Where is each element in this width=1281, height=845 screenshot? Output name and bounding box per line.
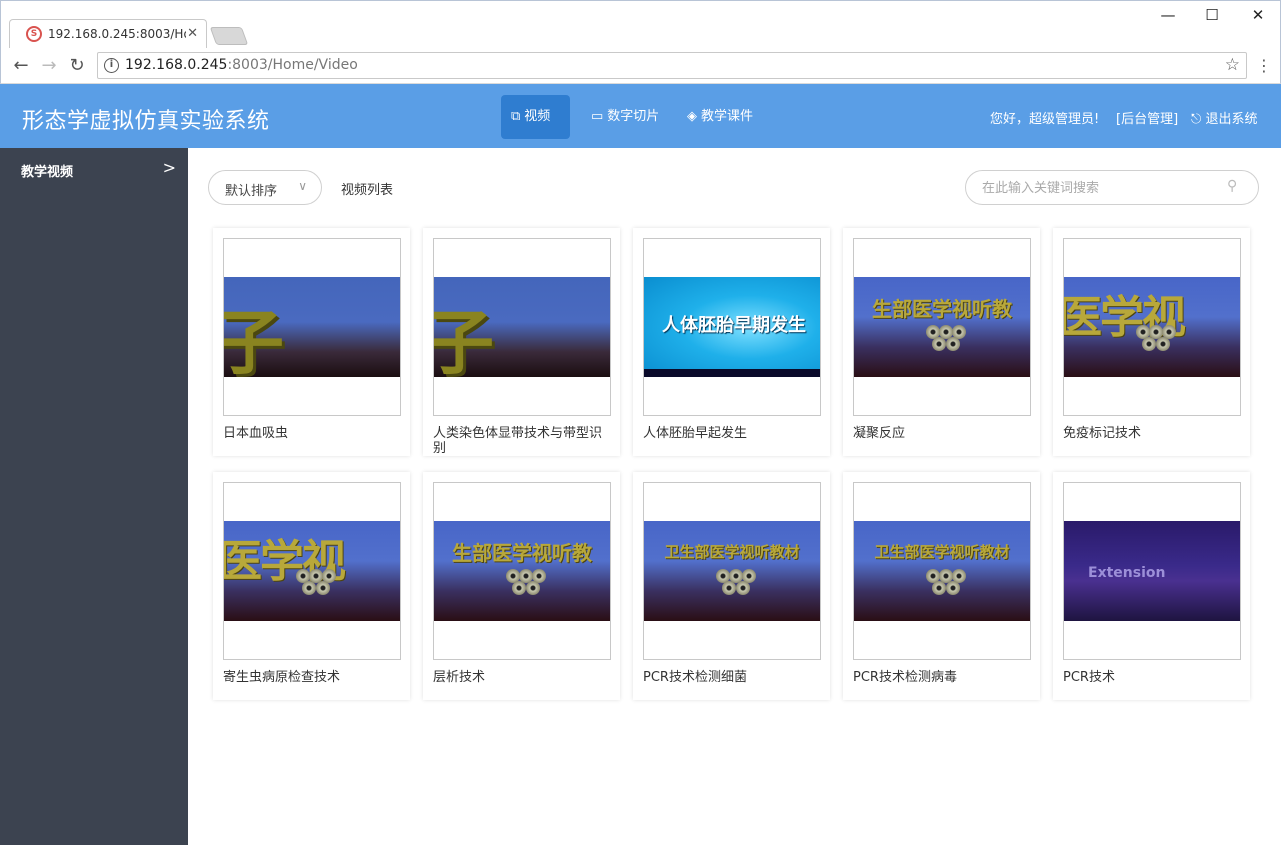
video-thumbnail[interactable]: 生部医学视听教 — [853, 238, 1031, 416]
video-title[interactable]: 层析技术 — [433, 670, 613, 685]
browser-menu-icon[interactable]: ⋮ — [1256, 56, 1272, 75]
browser-address-bar: ← → ↻ i 192.168.0.245:8003/Home/Video ☆ … — [0, 48, 1281, 84]
video-title[interactable]: 日本血吸虫 — [223, 426, 403, 441]
video-title[interactable]: 寄生虫病原检查技术 — [223, 670, 403, 685]
thumbnail-image: 子 — [224, 277, 400, 377]
video-card[interactable]: 生部医学视听教 凝聚反应 — [843, 228, 1040, 456]
search-icon[interactable]: ⚲ — [1227, 178, 1237, 194]
sidebar-item-label: 教学视频 — [21, 165, 74, 180]
video-thumbnail[interactable]: 卫生部医学视听教材 — [853, 482, 1031, 660]
video-thumbnail[interactable]: Extension — [1063, 482, 1241, 660]
info-icon[interactable]: i — [104, 58, 119, 73]
video-card[interactable]: 生部医学视听教 层析技术 — [423, 472, 620, 700]
video-card[interactable]: 卫生部医学视听教材 PCR技术检测病毒 — [843, 472, 1040, 700]
sort-dropdown[interactable]: 默认排序 ∨ — [208, 170, 322, 205]
video-title[interactable]: 人体胚胎早起发生 — [643, 426, 823, 441]
app-title: 形态学虚拟仿真实验系统 — [22, 109, 270, 134]
thumbnail-image: 生部医学视听教 — [434, 521, 610, 621]
video-title[interactable]: PCR技术检测病毒 — [853, 670, 1033, 685]
video-title[interactable]: PCR技术 — [1063, 670, 1243, 685]
video-thumbnail[interactable]: 医学视 — [1063, 238, 1241, 416]
video-card[interactable]: 人体胚胎早期发生 人体胚胎早起发生 — [633, 228, 830, 456]
video-thumbnail[interactable]: 子 — [433, 238, 611, 416]
url-text: 192.168.0.245:8003/Home/Video — [125, 57, 358, 73]
browser-tab-title: 192.168.0.245:8003/Home/Video — [48, 27, 186, 41]
thumbnail-image: 医学视 — [224, 521, 400, 621]
close-tab-icon[interactable]: ✕ — [187, 26, 198, 41]
close-window-icon[interactable]: ✕ — [1243, 6, 1273, 24]
user-greeting: 您好，超级管理员! — [990, 112, 1100, 127]
thumbnail-image: Extension — [1064, 521, 1240, 621]
sort-label: 默认排序 — [225, 184, 278, 199]
video-card[interactable]: 医学视 寄生虫病原检查技术 — [213, 472, 410, 700]
url-field[interactable]: i 192.168.0.245:8003/Home/Video ☆ — [97, 52, 1247, 79]
video-card[interactable]: Extension PCR技术 — [1053, 472, 1250, 700]
browser-tab-bar: S 192.168.0.245:8003/Home/Video ✕ — ☐ ✕ — [0, 0, 1281, 49]
video-title[interactable]: 凝聚反应 — [853, 426, 1033, 441]
nav-video[interactable]: ⧉ 视频 — [501, 95, 570, 139]
video-card[interactable]: 卫生部医学视听教材 PCR技术检测细菌 — [633, 472, 830, 700]
reload-icon[interactable]: ↻ — [67, 55, 87, 76]
search-input[interactable] — [965, 170, 1259, 205]
sidebar: 教学视频 > — [0, 148, 188, 845]
nav-digital-slides[interactable]: ▭ 数字切片 — [581, 95, 669, 139]
thumbnail-image: 生部医学视听教 — [854, 277, 1030, 377]
video-title[interactable]: PCR技术检测细菌 — [643, 670, 823, 685]
video-thumbnail[interactable]: 生部医学视听教 — [433, 482, 611, 660]
browser-tab[interactable]: S 192.168.0.245:8003/Home/Video ✕ — [9, 19, 207, 49]
video-title[interactable]: 免疫标记技术 — [1063, 426, 1243, 441]
list-title: 视频列表 — [341, 183, 394, 198]
bookmark-star-icon[interactable]: ☆ — [1225, 55, 1240, 75]
logout-button[interactable]: ⎋ 退出系统 — [1191, 108, 1257, 127]
slide-icon: ▭ — [591, 109, 604, 124]
nav-courseware[interactable]: ◈ 教学课件 — [677, 95, 763, 139]
video-thumbnail[interactable]: 卫生部医学视听教材 — [643, 482, 821, 660]
video-thumbnail[interactable]: 医学视 — [223, 482, 401, 660]
logout-icon: ⎋ — [1191, 112, 1202, 127]
video-title[interactable]: 人类染色体显带技术与带型识别 — [433, 426, 613, 456]
thumbnail-image: 子 — [434, 277, 610, 377]
minimize-icon[interactable]: — — [1153, 6, 1183, 24]
chevron-down-icon: ∨ — [298, 179, 307, 193]
video-icon: ⧉ — [511, 109, 521, 124]
thumbnail-image: 卫生部医学视听教材 — [644, 521, 820, 621]
sidebar-item-teaching-video[interactable]: 教学视频 > — [0, 148, 188, 192]
thumbnail-image: 人体胚胎早期发生 — [644, 277, 820, 377]
thumbnail-image: 医学视 — [1064, 277, 1240, 377]
site-favicon-icon: S — [26, 26, 42, 42]
forward-arrow-icon[interactable]: → — [39, 55, 59, 76]
app-header: 形态学虚拟仿真实验系统 ⧉ 视频 ▭ 数字切片 ◈ 教学课件 您好，超级管理员! [后… — [0, 84, 1281, 148]
video-thumbnail[interactable]: 子 — [223, 238, 401, 416]
back-arrow-icon[interactable]: ← — [11, 55, 31, 76]
video-card[interactable]: 子 人类染色体显带技术与带型识别 — [423, 228, 620, 456]
chevron-right-icon: > — [162, 158, 176, 177]
video-thumbnail[interactable]: 人体胚胎早期发生 — [643, 238, 821, 416]
new-tab-button[interactable] — [209, 27, 249, 45]
courseware-icon: ◈ — [687, 109, 697, 124]
maximize-icon[interactable]: ☐ — [1197, 6, 1227, 24]
video-card[interactable]: 子 日本血吸虫 — [213, 228, 410, 456]
thumbnail-image: 卫生部医学视听教材 — [854, 521, 1030, 621]
admin-link[interactable]: [后台管理] — [1116, 108, 1178, 127]
video-card[interactable]: 医学视 免疫标记技术 — [1053, 228, 1250, 456]
